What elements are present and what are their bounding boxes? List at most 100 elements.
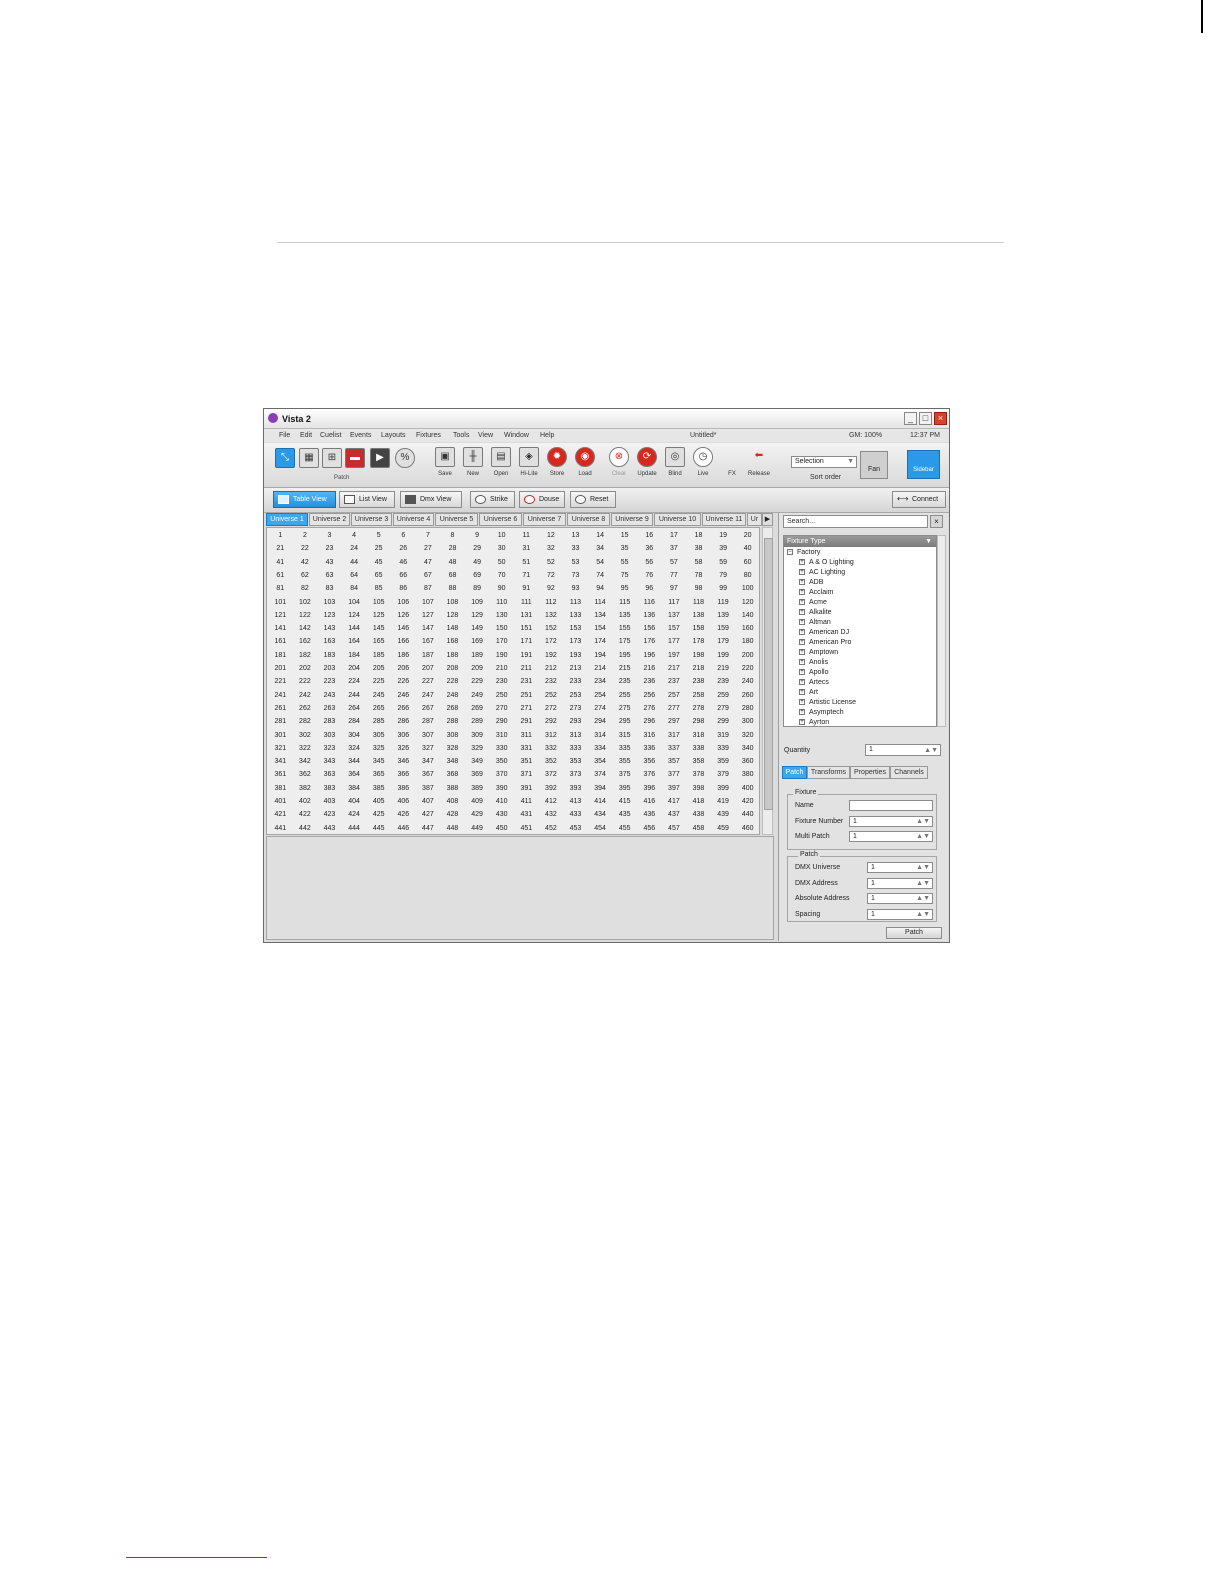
dmx-address-cell[interactable]: 300 <box>735 715 760 728</box>
dmx-address-cell[interactable]: 220 <box>735 662 760 675</box>
dmx-address-cell[interactable]: 206 <box>391 662 416 675</box>
dmx-address-cell[interactable]: 279 <box>711 702 736 715</box>
expand-icon[interactable]: + <box>799 579 805 586</box>
dmx-address-cell[interactable]: 335 <box>612 742 637 755</box>
tree-item[interactable]: + Acclaim <box>799 588 834 598</box>
dmx-address-cell[interactable]: 5 <box>366 529 391 542</box>
dmx-address-cell[interactable]: 44 <box>342 556 367 569</box>
dmx-address-cell[interactable]: 260 <box>735 689 760 702</box>
dmx-address-cell[interactable]: 383 <box>317 782 342 795</box>
dmx-address-cell[interactable]: 178 <box>686 635 711 648</box>
dmx-address-cell[interactable]: 416 <box>637 795 662 808</box>
dmx-address-cell[interactable]: 424 <box>342 808 367 821</box>
expand-icon[interactable]: + <box>799 569 805 576</box>
hilite-icon[interactable]: ◈ <box>519 447 539 467</box>
dmx-address-cell[interactable]: 141 <box>268 622 293 635</box>
dmx-address-cell[interactable]: 249 <box>465 689 490 702</box>
dmx-address-cell[interactable]: 109 <box>465 596 490 609</box>
expand-icon[interactable]: + <box>799 589 805 596</box>
dmx-address-cell[interactable]: 68 <box>440 569 465 582</box>
dmx-address-cell[interactable]: 411 <box>514 795 539 808</box>
menu-file[interactable]: File <box>279 432 290 439</box>
dmx-address-cell[interactable]: 362 <box>293 768 318 781</box>
dmx-address-cell[interactable]: 35 <box>612 542 637 555</box>
dmx-address-cell[interactable]: 190 <box>489 649 514 662</box>
dmx-address-cell[interactable]: 262 <box>293 702 318 715</box>
dmx-address-cell[interactable]: 199 <box>711 649 736 662</box>
dmx-address-cell[interactable]: 11 <box>514 529 539 542</box>
dmx-address-cell[interactable]: 66 <box>391 569 416 582</box>
dmx-address-cell[interactable]: 172 <box>539 635 564 648</box>
dmx-address-cell[interactable]: 255 <box>612 689 637 702</box>
spinner-icon[interactable]: ▲▼ <box>916 879 930 888</box>
dmx-address-cell[interactable]: 399 <box>711 782 736 795</box>
dmx-address-cell[interactable]: 418 <box>686 795 711 808</box>
dmx-address-cell[interactable]: 108 <box>440 596 465 609</box>
dmx-address-cell[interactable]: 318 <box>686 729 711 742</box>
dmx-address-cell[interactable]: 34 <box>588 542 613 555</box>
dmx-address-cell[interactable]: 374 <box>588 768 613 781</box>
fan-button[interactable]: Fan <box>860 451 888 479</box>
dmx-address-cell[interactable]: 164 <box>342 635 367 648</box>
dmx-address-cell[interactable]: 208 <box>440 662 465 675</box>
dmx-address-cell[interactable]: 120 <box>735 596 760 609</box>
dmx-address-cell[interactable]: 182 <box>293 649 318 662</box>
dmx-address-cell[interactable]: 62 <box>293 569 318 582</box>
dmx-address-cell[interactable]: 168 <box>440 635 465 648</box>
dmx-address-cell[interactable]: 349 <box>465 755 490 768</box>
dmx-address-cell[interactable]: 347 <box>416 755 441 768</box>
dmx-address-cell[interactable]: 76 <box>637 569 662 582</box>
dmx-address-cell[interactable]: 274 <box>588 702 613 715</box>
dmx-address-cell[interactable]: 197 <box>662 649 687 662</box>
dmx-address-cell[interactable]: 46 <box>391 556 416 569</box>
dmx-address-cell[interactable]: 85 <box>366 582 391 595</box>
dmx-address-cell[interactable]: 127 <box>416 609 441 622</box>
dmx-address-cell[interactable]: 78 <box>686 569 711 582</box>
dmx-address-cell[interactable]: 329 <box>465 742 490 755</box>
dmx-address-cell[interactable]: 227 <box>416 675 441 688</box>
list-view-button[interactable]: List View <box>339 491 395 508</box>
dmx-address-cell[interactable]: 152 <box>539 622 564 635</box>
dmx-address-cell[interactable]: 98 <box>686 582 711 595</box>
dmx-address-cell[interactable]: 215 <box>612 662 637 675</box>
dmx-address-cell[interactable]: 348 <box>440 755 465 768</box>
dmx-address-cell[interactable]: 439 <box>711 808 736 821</box>
dmx-address-cell[interactable]: 177 <box>662 635 687 648</box>
dmx-address-cell[interactable]: 159 <box>711 622 736 635</box>
tree-item[interactable]: + Acme <box>799 598 827 608</box>
expand-icon[interactable]: + <box>799 709 805 716</box>
dmx-address-cell[interactable]: 355 <box>612 755 637 768</box>
dmx-address-cell[interactable]: 140 <box>735 609 760 622</box>
close-button[interactable]: × <box>934 412 947 425</box>
live-button[interactable]: Live <box>689 471 717 477</box>
quantity-stepper[interactable]: 1 ▲▼ <box>865 744 941 756</box>
dmx-address-cell[interactable]: 393 <box>563 782 588 795</box>
tree-item[interactable]: + Amptown <box>799 648 838 658</box>
dmx-address-cell[interactable]: 250 <box>489 689 514 702</box>
menu-fixtures[interactable]: Fixtures <box>416 432 441 439</box>
dmx-address-cell[interactable]: 228 <box>440 675 465 688</box>
tab-universe-11[interactable]: Universe 11 <box>702 513 746 526</box>
dmx-address-cell[interactable]: 94 <box>588 582 613 595</box>
dmx-address-cell[interactable]: 39 <box>711 542 736 555</box>
dmx-address-cell[interactable]: 110 <box>489 596 514 609</box>
expand-icon[interactable]: + <box>799 639 805 646</box>
new-button[interactable]: New <box>459 471 487 477</box>
dmx-address-cell[interactable]: 386 <box>391 782 416 795</box>
dmx-address-cell[interactable]: 343 <box>317 755 342 768</box>
dmx-address-cell[interactable]: 135 <box>612 609 637 622</box>
dmx-address-cell[interactable]: 285 <box>366 715 391 728</box>
dmx-address-cell[interactable]: 29 <box>465 542 490 555</box>
dmx-address-cell[interactable]: 425 <box>366 808 391 821</box>
keypad-icon[interactable]: ▦ <box>299 448 319 468</box>
tree-item[interactable]: + Art <box>799 688 818 698</box>
dmx-address-cell[interactable]: 242 <box>293 689 318 702</box>
dmx-address-cell[interactable]: 75 <box>612 569 637 582</box>
dmx-address-cell[interactable]: 438 <box>686 808 711 821</box>
dmx-address-cell[interactable]: 253 <box>563 689 588 702</box>
dmx-address-cell[interactable]: 236 <box>637 675 662 688</box>
dmx-address-cell[interactable]: 40 <box>735 542 760 555</box>
dmx-address-cell[interactable]: 390 <box>489 782 514 795</box>
tree-item[interactable]: + Apollo <box>799 668 828 678</box>
dmx-address-cell[interactable]: 435 <box>612 808 637 821</box>
